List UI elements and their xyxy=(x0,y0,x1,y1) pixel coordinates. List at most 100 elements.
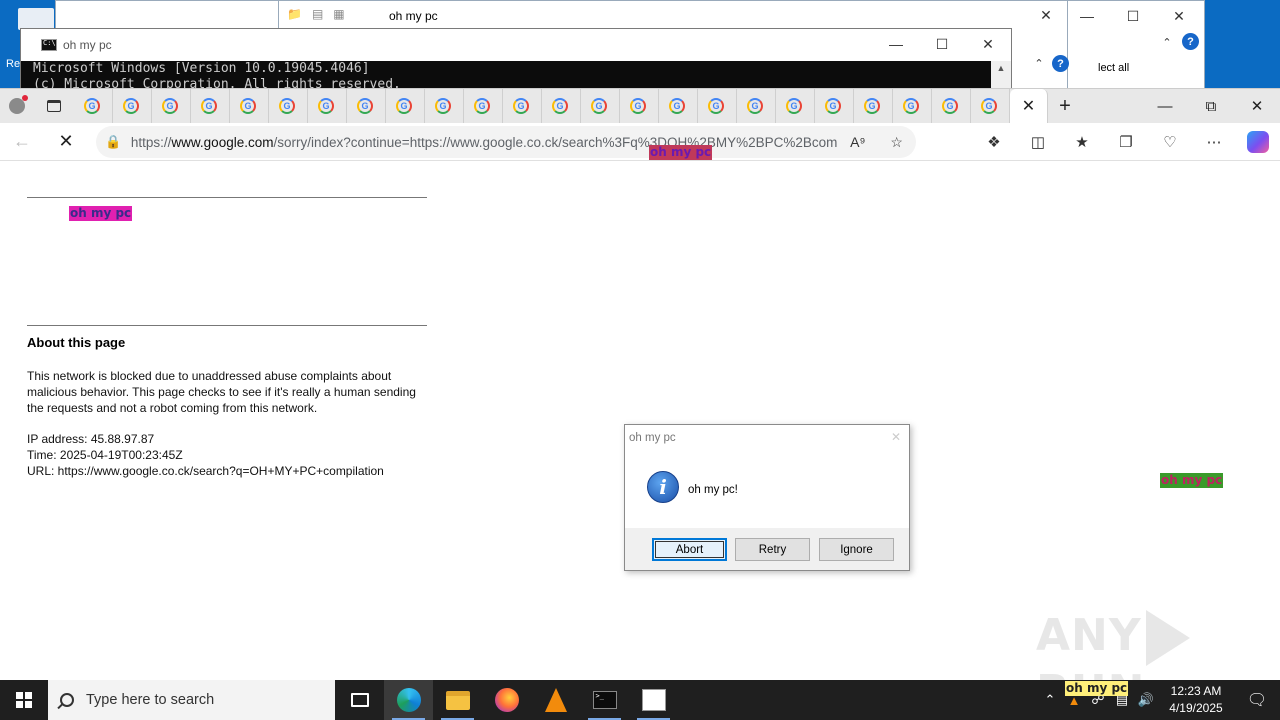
command-prompt-window[interactable]: oh my pc — ☐ ✕ Microsoft Windows [Versio… xyxy=(20,28,1012,91)
google-favicon-icon: G xyxy=(357,98,373,114)
taskbar-vlc[interactable] xyxy=(531,680,580,720)
abort-button[interactable]: Abort xyxy=(652,538,727,561)
retry-button[interactable]: Retry xyxy=(735,538,810,561)
desktop-icon[interactable] xyxy=(18,8,54,30)
chevron-up-icon[interactable]: ⌃ xyxy=(1152,27,1182,57)
edge-browser-window[interactable]: G G G G G G G G G G G G G G G G G G G G G G G G ✕ + — ⧉ ✕ ← ✕ 🔒… xyxy=(0,88,1280,681)
cmd-titlebar[interactable]: oh my pc xyxy=(21,29,1011,61)
properties-icon[interactable]: ▤ xyxy=(312,7,323,21)
browser-tab[interactable]: G xyxy=(971,89,1010,123)
address-bar[interactable]: 🔒 https://www.google.com/sorry/index?con… xyxy=(96,126,916,158)
volume-icon[interactable]: 🔊 xyxy=(1134,692,1158,708)
browser-tab[interactable]: G xyxy=(269,89,308,123)
chevron-up-icon[interactable]: ⌃ xyxy=(1027,51,1051,75)
taskbar-firefox[interactable] xyxy=(482,680,531,720)
browser-tab[interactable]: G xyxy=(152,89,191,123)
lock-icon[interactable]: 🔒 xyxy=(96,134,131,150)
request-time: Time: 2025-04-19T00:23:45Z xyxy=(27,448,183,462)
new-folder-icon[interactable]: ▦ xyxy=(333,7,344,21)
favorites-icon[interactable]: ★ xyxy=(1060,123,1104,161)
browser-tab[interactable]: G xyxy=(230,89,269,123)
minimize-icon[interactable]: — xyxy=(1064,1,1110,31)
browser-tab[interactable]: G xyxy=(347,89,386,123)
window-title: oh my pc xyxy=(389,9,438,23)
google-favicon-icon: G xyxy=(903,98,919,114)
browser-tab[interactable]: G xyxy=(542,89,581,123)
stop-loading-button[interactable]: ✕ xyxy=(44,123,88,161)
browser-tab[interactable]: G xyxy=(854,89,893,123)
taskbar-cmd[interactable]: >_ xyxy=(580,680,629,720)
notifications-icon[interactable]: 🗨 xyxy=(1234,690,1280,710)
taskbar-file-explorer[interactable] xyxy=(433,680,482,720)
browser-essentials-icon[interactable]: ♡ xyxy=(1148,123,1192,161)
browser-tab[interactable]: G xyxy=(581,89,620,123)
minimize-icon[interactable]: — xyxy=(1142,89,1188,123)
browser-tab[interactable]: G xyxy=(386,89,425,123)
extensions-icon[interactable]: ❖ xyxy=(972,123,1016,161)
taskbar-edge[interactable] xyxy=(384,680,433,720)
taskbar-notepad[interactable] xyxy=(629,680,678,720)
task-view-button[interactable] xyxy=(335,680,384,720)
favorite-star-icon[interactable]: ☆ xyxy=(877,134,916,151)
profile-button[interactable] xyxy=(0,89,34,123)
maximize-icon[interactable]: ☐ xyxy=(1110,1,1156,31)
dialog-titlebar[interactable]: oh my pc ✕ xyxy=(625,425,909,451)
more-options-icon[interactable]: ⋯ xyxy=(1192,123,1236,161)
maximize-icon[interactable]: ☐ xyxy=(919,29,965,59)
notification-dot xyxy=(22,95,28,101)
prank-label: oh my pc xyxy=(1065,681,1129,696)
read-aloud-icon[interactable]: A⁹ xyxy=(838,134,877,150)
browser-tab[interactable]: G xyxy=(308,89,347,123)
help-icon[interactable]: ? xyxy=(1052,55,1069,72)
browser-tab[interactable]: G xyxy=(113,89,152,123)
browser-tab[interactable]: G xyxy=(74,89,113,123)
close-icon[interactable]: ✕ xyxy=(965,29,1011,59)
browser-tab[interactable]: G xyxy=(659,89,698,123)
collections-icon[interactable]: ❐ xyxy=(1104,123,1148,161)
browser-tab[interactable]: G xyxy=(464,89,503,123)
toolbar-right-icons: ❖ ◫ ★ ❐ ♡ ⋯ xyxy=(972,123,1280,161)
start-button[interactable] xyxy=(0,680,48,720)
minimize-icon[interactable]: — xyxy=(873,29,919,59)
ignore-button[interactable]: Ignore xyxy=(819,538,894,561)
browser-tab[interactable]: G xyxy=(737,89,776,123)
back-button[interactable]: ← xyxy=(0,123,44,161)
browser-tab[interactable]: G xyxy=(503,89,542,123)
cmd-console[interactable]: Microsoft Windows [Version 10.0.19045.40… xyxy=(21,61,993,91)
select-all-label[interactable]: lect all xyxy=(1098,62,1129,74)
close-icon[interactable]: ✕ xyxy=(1031,1,1061,29)
browser-tab[interactable]: G xyxy=(932,89,971,123)
close-icon[interactable]: ✕ xyxy=(891,430,901,444)
dialog-message: oh my pc! xyxy=(688,484,738,496)
play-icon xyxy=(1145,610,1190,666)
message-box-dialog[interactable]: oh my pc ✕ i oh my pc! Abort Retry Ignor… xyxy=(624,424,910,571)
search-placeholder: Type here to search xyxy=(86,692,215,708)
browser-tab[interactable]: G xyxy=(893,89,932,123)
google-favicon-icon: G xyxy=(591,98,607,114)
browser-tab[interactable]: G xyxy=(425,89,464,123)
copilot-icon[interactable] xyxy=(1236,123,1280,161)
browser-tab[interactable]: G xyxy=(191,89,230,123)
tab-actions-button[interactable] xyxy=(34,89,74,123)
browser-tab[interactable]: G xyxy=(815,89,854,123)
prank-label: oh my pc xyxy=(649,145,713,160)
chevron-up-icon[interactable]: ⌃ xyxy=(1038,692,1062,708)
browser-tab[interactable]: G xyxy=(698,89,737,123)
close-icon[interactable]: ✕ xyxy=(1234,89,1280,123)
browser-tab[interactable]: G xyxy=(776,89,815,123)
taskbar-search-box[interactable]: Type here to search xyxy=(48,680,335,720)
restore-icon[interactable]: ⧉ xyxy=(1188,89,1234,123)
split-screen-icon[interactable]: ◫ xyxy=(1016,123,1060,161)
active-tab[interactable]: ✕ xyxy=(1010,89,1048,123)
close-icon[interactable]: ✕ xyxy=(1022,96,1035,116)
clock-date: 4/19/2025 xyxy=(1169,701,1223,715)
folder-icon[interactable]: 📁 xyxy=(287,7,302,21)
new-tab-button[interactable]: + xyxy=(1048,89,1082,123)
url-text[interactable]: https://www.google.com/sorry/index?conti… xyxy=(131,135,839,150)
browser-tab[interactable]: G xyxy=(620,89,659,123)
help-icon[interactable]: ? xyxy=(1182,33,1199,50)
cmd-scrollbar[interactable]: ▲ xyxy=(991,61,1011,91)
cmd-title: oh my pc xyxy=(63,38,112,52)
clock[interactable]: 12:23 AM 4/19/2025 xyxy=(1158,683,1234,717)
ip-address: IP address: 45.88.97.87 xyxy=(27,432,155,446)
